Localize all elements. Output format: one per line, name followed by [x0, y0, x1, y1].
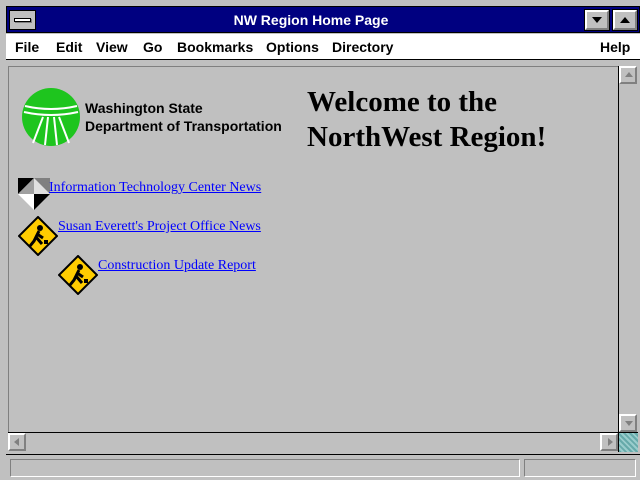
menu-file[interactable]: File [15, 39, 39, 55]
window-title: NW Region Home Page [233, 12, 389, 28]
minimize-arrow-icon [592, 17, 602, 23]
maximize-arrow-icon [620, 17, 630, 23]
men-at-work-icon[interactable] [58, 255, 98, 295]
menu-options[interactable]: Options [266, 39, 319, 55]
arrow-up-icon [625, 72, 633, 77]
welcome-heading: Welcome to the NorthWest Region! [307, 85, 546, 155]
resize-corner[interactable] [618, 432, 638, 452]
org-line-1: Washington State [85, 100, 203, 116]
scroll-down-button[interactable] [619, 414, 637, 432]
diamond-tile-icon[interactable] [18, 178, 50, 210]
minimize-button[interactable] [584, 9, 610, 31]
menu-bookmarks[interactable]: Bookmarks [177, 39, 253, 55]
link-project-office-news[interactable]: Susan Everett's Project Office News [58, 219, 261, 235]
scroll-left-button[interactable] [8, 433, 26, 451]
horizontal-scrollbar[interactable] [8, 432, 618, 452]
browser-window: NW Region Home Page File Edit View Go Bo… [0, 0, 640, 480]
vertical-scrollbar[interactable] [618, 66, 638, 432]
arrow-down-icon [625, 421, 633, 426]
status-bar [6, 454, 640, 480]
link-construction-update[interactable]: Construction Update Report [98, 258, 256, 274]
arrow-right-icon [608, 438, 613, 446]
title-bar: NW Region Home Page [6, 6, 640, 33]
org-line-2: Department of Transportation [85, 118, 282, 134]
status-text-field [10, 459, 520, 477]
progress-field [524, 459, 636, 477]
scroll-up-button[interactable] [619, 66, 637, 84]
maximize-button[interactable] [612, 9, 638, 31]
welcome-line-2: NorthWest Region! [307, 121, 547, 153]
menu-directory[interactable]: Directory [332, 39, 393, 55]
menu-view[interactable]: View [96, 39, 128, 55]
menu-go[interactable]: Go [143, 39, 162, 55]
page-content: Washington State Department of Transport… [8, 66, 618, 432]
system-menu-button[interactable] [9, 10, 36, 30]
organization-name: Washington State Department of Transport… [85, 99, 282, 135]
menu-bar: File Edit View Go Bookmarks Options Dire… [6, 34, 640, 60]
wsdot-logo-icon [22, 88, 80, 146]
menu-help[interactable]: Help [600, 39, 630, 55]
system-menu-icon [14, 18, 31, 22]
scroll-right-button[interactable] [600, 433, 618, 451]
welcome-line-1: Welcome to the [307, 86, 498, 118]
men-at-work-icon[interactable] [18, 216, 58, 256]
link-it-center-news[interactable]: Information Technology Center News [49, 180, 261, 196]
arrow-left-icon [14, 438, 19, 446]
menu-edit[interactable]: Edit [56, 39, 82, 55]
